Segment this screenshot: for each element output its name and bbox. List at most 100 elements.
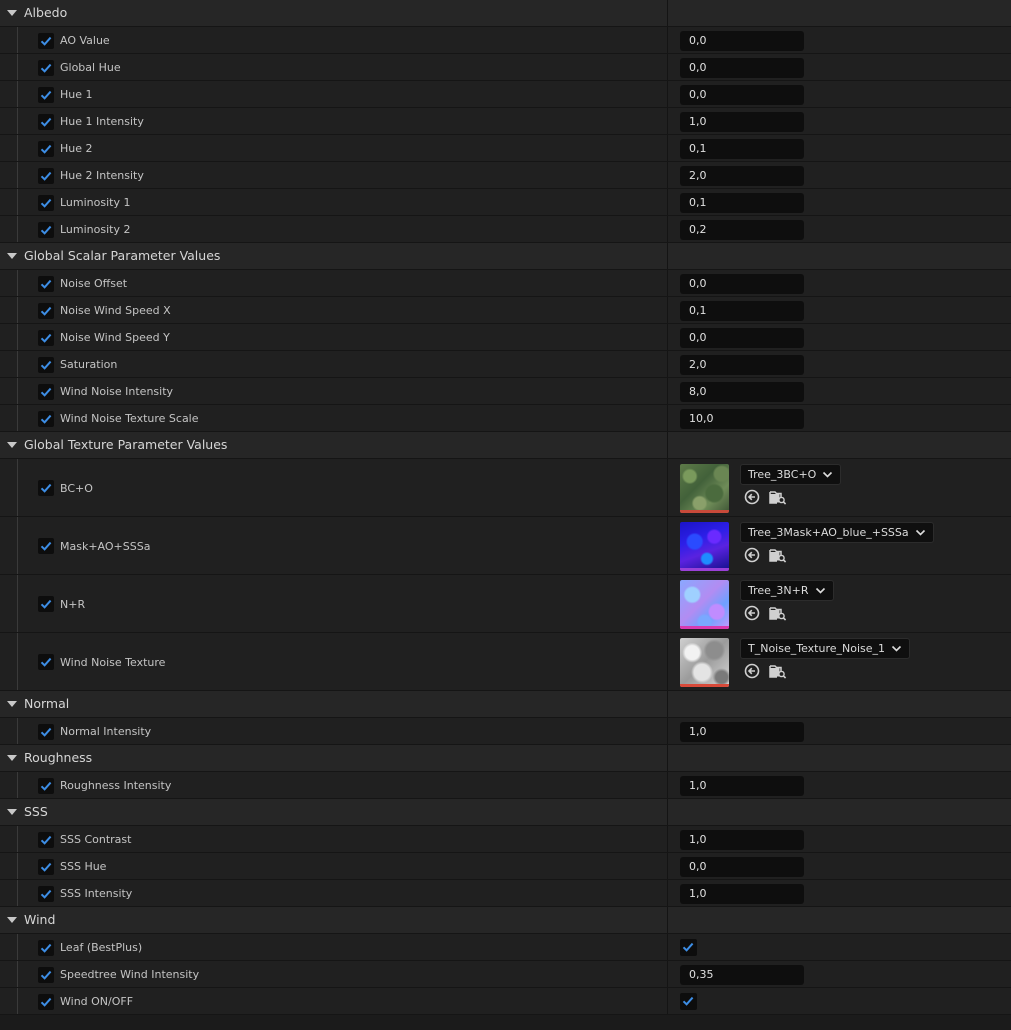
checkmark-icon [40, 889, 52, 899]
folder-search-icon[interactable] [769, 605, 787, 621]
category-header-global-scalar-parameter-values[interactable]: Global Scalar Parameter Values [0, 243, 1011, 270]
value-input[interactable]: 0,0 [680, 85, 804, 105]
param-row-hue-1: Hue 1 0,0 [0, 81, 1011, 108]
texture-thumbnail[interactable] [680, 638, 729, 687]
use-selected-asset-button[interactable] [744, 547, 760, 567]
override-checkbox[interactable] [38, 480, 54, 496]
column-divider [667, 405, 668, 431]
triangle-down-icon[interactable] [7, 809, 17, 815]
override-checkbox[interactable] [38, 994, 54, 1010]
checkmark-icon [40, 862, 52, 872]
override-checkbox[interactable] [38, 330, 54, 346]
override-checkbox[interactable] [38, 411, 54, 427]
texture-picker-dropdown[interactable]: Tree_3N+R [740, 580, 834, 601]
triangle-down-icon[interactable] [7, 10, 17, 16]
browse-asset-button[interactable] [769, 489, 787, 509]
override-checkbox[interactable] [38, 967, 54, 983]
arrow-left-circle-icon[interactable] [744, 605, 760, 621]
triangle-down-icon[interactable] [7, 755, 17, 761]
value-input[interactable]: 0,1 [680, 301, 804, 321]
value-input[interactable]: 2,0 [680, 355, 804, 375]
override-checkbox[interactable] [38, 940, 54, 956]
value-checkbox[interactable] [680, 993, 697, 1010]
override-checkbox[interactable] [38, 538, 54, 554]
value-input[interactable]: 1,0 [680, 884, 804, 904]
override-checkbox[interactable] [38, 33, 54, 49]
value-input[interactable]: 2,0 [680, 166, 804, 186]
value-input[interactable]: 0,0 [680, 31, 804, 51]
override-checkbox[interactable] [38, 60, 54, 76]
category-header-roughness[interactable]: Roughness [0, 745, 1011, 772]
triangle-down-icon[interactable] [7, 442, 17, 448]
triangle-down-icon[interactable] [7, 253, 17, 259]
checkmark-icon [40, 727, 52, 737]
texture-thumbnail[interactable] [680, 464, 729, 513]
category-header-normal[interactable]: Normal [0, 691, 1011, 718]
override-checkbox[interactable] [38, 141, 54, 157]
override-checkbox[interactable] [38, 357, 54, 373]
checkmark-icon [40, 360, 52, 370]
category-header-wind[interactable]: Wind [0, 907, 1011, 934]
browse-asset-button[interactable] [769, 663, 787, 683]
browse-asset-button[interactable] [769, 605, 787, 625]
texture-picker-dropdown[interactable]: T_Noise_Texture_Noise_1 [740, 638, 911, 659]
folder-search-icon[interactable] [769, 663, 787, 679]
texture-thumbnail[interactable] [680, 522, 729, 571]
browse-asset-button[interactable] [769, 547, 787, 567]
param-row-hue-2-intensity: Hue 2 Intensity 2,0 [0, 162, 1011, 189]
value-input[interactable]: 8,0 [680, 382, 804, 402]
use-selected-asset-button[interactable] [744, 663, 760, 683]
use-selected-asset-button[interactable] [744, 489, 760, 509]
override-checkbox[interactable] [38, 724, 54, 740]
override-checkbox[interactable] [38, 596, 54, 612]
category-header-global-texture-parameter-values[interactable]: Global Texture Parameter Values [0, 432, 1011, 459]
override-checkbox[interactable] [38, 886, 54, 902]
category-header-sss[interactable]: SSS [0, 799, 1011, 826]
value-input[interactable]: 1,0 [680, 830, 804, 850]
value-input[interactable]: 0,0 [680, 274, 804, 294]
value-input[interactable]: 0,2 [680, 220, 804, 240]
folder-search-icon[interactable] [769, 489, 787, 505]
override-checkbox[interactable] [38, 384, 54, 400]
value-input[interactable]: 0,0 [680, 58, 804, 78]
value-input[interactable]: 0,35 [680, 965, 804, 985]
param-label: SSS Intensity [60, 887, 133, 900]
override-checkbox[interactable] [38, 859, 54, 875]
triangle-down-icon[interactable] [7, 917, 17, 923]
value-input[interactable]: 0,1 [680, 193, 804, 213]
checkmark-icon [40, 599, 52, 609]
texture-picker-dropdown[interactable]: Tree_3BC+O [740, 464, 842, 485]
override-checkbox[interactable] [38, 832, 54, 848]
override-checkbox[interactable] [38, 276, 54, 292]
checkmark-icon [40, 970, 52, 980]
override-checkbox[interactable] [38, 303, 54, 319]
override-checkbox[interactable] [38, 222, 54, 238]
value-input[interactable]: 10,0 [680, 409, 804, 429]
value-checkbox[interactable] [680, 939, 697, 956]
override-checkbox[interactable] [38, 168, 54, 184]
texture-thumbnail[interactable] [680, 580, 729, 629]
override-checkbox[interactable] [38, 654, 54, 670]
texture-picker-dropdown[interactable]: Tree_3Mask+AO_blue_+SSSa [740, 522, 934, 543]
arrow-left-circle-icon[interactable] [744, 489, 760, 505]
use-selected-asset-button[interactable] [744, 605, 760, 625]
triangle-down-icon[interactable] [7, 701, 17, 707]
arrow-left-circle-icon[interactable] [744, 547, 760, 563]
folder-search-icon[interactable] [769, 547, 787, 563]
checkmark-icon [40, 198, 52, 208]
value-input[interactable]: 0,1 [680, 139, 804, 159]
column-divider [667, 772, 668, 798]
value-input[interactable]: 1,0 [680, 722, 804, 742]
override-checkbox[interactable] [38, 195, 54, 211]
param-label: Global Hue [60, 61, 121, 74]
category-label: Global Texture Parameter Values [24, 437, 228, 452]
override-checkbox[interactable] [38, 114, 54, 130]
value-input[interactable]: 1,0 [680, 112, 804, 132]
value-input[interactable]: 0,0 [680, 857, 804, 877]
value-input[interactable]: 1,0 [680, 776, 804, 796]
category-header-albedo[interactable]: Albedo [0, 0, 1011, 27]
value-input[interactable]: 0,0 [680, 328, 804, 348]
override-checkbox[interactable] [38, 87, 54, 103]
arrow-left-circle-icon[interactable] [744, 663, 760, 679]
override-checkbox[interactable] [38, 778, 54, 794]
